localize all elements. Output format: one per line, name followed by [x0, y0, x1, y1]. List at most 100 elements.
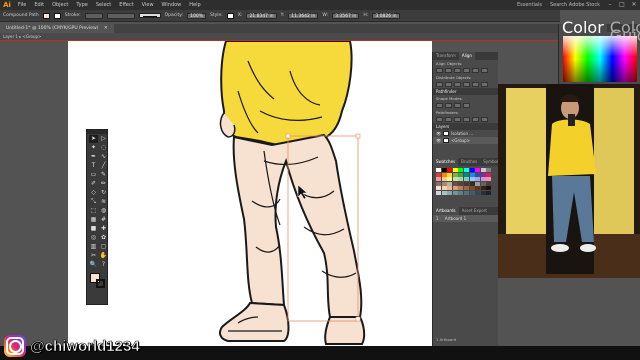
color-swatch[interactable]: [486, 190, 492, 195]
color-swatch[interactable]: [436, 177, 441, 182]
variable-width-dropdown[interactable]: [106, 12, 135, 19]
free-transform-icon[interactable]: ⬚: [89, 207, 98, 215]
align-middle-icon[interactable]: [472, 68, 479, 73]
color-swatch[interactable]: [447, 168, 453, 172]
line-icon[interactable]: ╱: [99, 162, 108, 170]
bbox-handle[interactable]: [355, 316, 361, 322]
close-document-icon[interactable]: ✕: [104, 26, 108, 31]
eraser-icon[interactable]: ◇: [89, 189, 98, 197]
color-swatch[interactable]: [452, 172, 458, 177]
color-swatch[interactable]: [469, 190, 475, 195]
unite-icon[interactable]: [436, 103, 443, 108]
color-swatch[interactable]: [480, 168, 486, 172]
outline-icon[interactable]: [472, 117, 479, 122]
distribute-middle-icon[interactable]: [445, 82, 452, 87]
color-swatch[interactable]: [452, 181, 458, 186]
color-swatch[interactable]: [441, 177, 447, 182]
color-swatch[interactable]: [436, 190, 441, 195]
artboard-icon[interactable]: ▢: [99, 243, 108, 251]
type-icon[interactable]: T: [89, 162, 98, 170]
color-swatch[interactable]: [486, 172, 492, 177]
menu-select[interactable]: Select: [92, 2, 115, 8]
eyedropper-icon[interactable]: ✚: [99, 225, 108, 233]
rectangle-icon[interactable]: ▭: [89, 171, 98, 179]
color-swatch[interactable]: [469, 186, 475, 191]
menu-view[interactable]: View: [138, 2, 158, 8]
pencil-icon[interactable]: ✏: [99, 180, 108, 188]
color-swatch[interactable]: [441, 190, 447, 195]
intersect-icon[interactable]: [454, 103, 461, 108]
tab-swatches[interactable]: Swatches: [433, 158, 459, 166]
color-swatch[interactable]: [463, 168, 469, 172]
color-swatch[interactable]: [486, 168, 492, 172]
menu-object[interactable]: Object: [48, 2, 72, 8]
color-swatch[interactable]: [469, 177, 475, 182]
exclude-icon[interactable]: [463, 103, 470, 108]
color-swatch[interactable]: [486, 181, 492, 186]
left-shoe[interactable]: [219, 301, 290, 342]
color-swatch[interactable]: [475, 168, 481, 172]
shape-builder-icon[interactable]: ◍: [99, 207, 108, 215]
w-field[interactable]: 3.3567 in: [332, 12, 360, 19]
color-swatch[interactable]: [458, 172, 464, 177]
minimize-button[interactable]: –: [606, 1, 614, 8]
zoom-icon[interactable]: 🔍: [89, 261, 98, 269]
layer-name[interactable]: <Group>: [451, 137, 470, 144]
color-swatch[interactable]: [452, 186, 458, 191]
color-swatch[interactable]: [458, 177, 464, 182]
align-bottom-icon[interactable]: [481, 68, 488, 73]
fill-stroke-widget[interactable]: [89, 272, 105, 290]
color-swatch[interactable]: [486, 177, 492, 182]
magic-wand-icon[interactable]: ✦: [89, 144, 98, 152]
menu-help[interactable]: Help: [185, 2, 204, 8]
menu-effect[interactable]: Effect: [115, 2, 137, 8]
distribute-top-icon[interactable]: [436, 82, 443, 87]
slice-icon[interactable]: ✂: [89, 252, 98, 260]
artboard-name[interactable]: Artboard 1: [445, 216, 466, 221]
color-swatch[interactable]: [458, 168, 464, 172]
curvature-icon[interactable]: ∿: [99, 153, 108, 161]
tab-artboards[interactable]: Artboards: [433, 206, 459, 215]
trim-icon[interactable]: [445, 117, 452, 122]
symbol-sprayer-icon[interactable]: ✿: [99, 234, 108, 242]
color-swatch[interactable]: [480, 186, 486, 191]
bbox-handle[interactable]: [355, 133, 361, 139]
distribute-bottom-icon[interactable]: [454, 82, 461, 87]
tab-layers[interactable]: Layers: [433, 123, 498, 130]
width-icon[interactable]: ≋: [99, 198, 108, 206]
color-swatch[interactable]: [436, 181, 441, 186]
opacity-field[interactable]: 100%: [187, 12, 206, 19]
layer-row[interactable]: 👁 <Group>: [433, 137, 498, 144]
color-swatch[interactable]: [447, 181, 453, 186]
tab-align[interactable]: Align: [458, 52, 475, 60]
tab-color-guide[interactable]: Color Guide: [607, 20, 640, 44]
isolation-breadcrumb[interactable]: Layer 1 ▸ <Group>: [0, 33, 560, 40]
tab-transform[interactable]: Transform: [433, 52, 459, 60]
pen-icon[interactable]: ✒: [89, 153, 98, 161]
color-swatch[interactable]: [463, 190, 469, 195]
color-swatch[interactable]: [475, 186, 481, 191]
paintbrush-icon[interactable]: ✎: [99, 171, 108, 179]
artboard[interactable]: [68, 41, 432, 346]
merge-icon[interactable]: [454, 117, 461, 122]
color-swatch[interactable]: [441, 168, 447, 172]
bbox-handle[interactable]: [285, 133, 291, 139]
color-swatch[interactable]: [452, 168, 458, 172]
x-field[interactable]: 21.8347 in: [246, 12, 277, 19]
tab-pathfinder[interactable]: Pathfinder: [433, 88, 498, 95]
hoodie-shape[interactable]: [220, 41, 353, 147]
stroke-color-box[interactable]: [96, 279, 105, 288]
align-left-icon[interactable]: [436, 68, 443, 73]
align-right-icon[interactable]: [454, 68, 461, 73]
column-graph-icon[interactable]: ▥: [89, 243, 98, 251]
distribute-right-icon[interactable]: [481, 82, 488, 87]
color-swatch[interactable]: [475, 172, 481, 177]
direct-selection-icon[interactable]: ▷: [99, 135, 108, 143]
color-swatch[interactable]: [463, 186, 469, 191]
color-swatch[interactable]: [475, 177, 481, 182]
layer-name[interactable]: Isolation ...: [451, 130, 473, 137]
color-spectrum[interactable]: [563, 36, 637, 82]
mesh-icon[interactable]: #: [99, 216, 108, 224]
color-swatch[interactable]: [436, 172, 441, 177]
question-icon[interactable]: ?: [99, 261, 108, 269]
